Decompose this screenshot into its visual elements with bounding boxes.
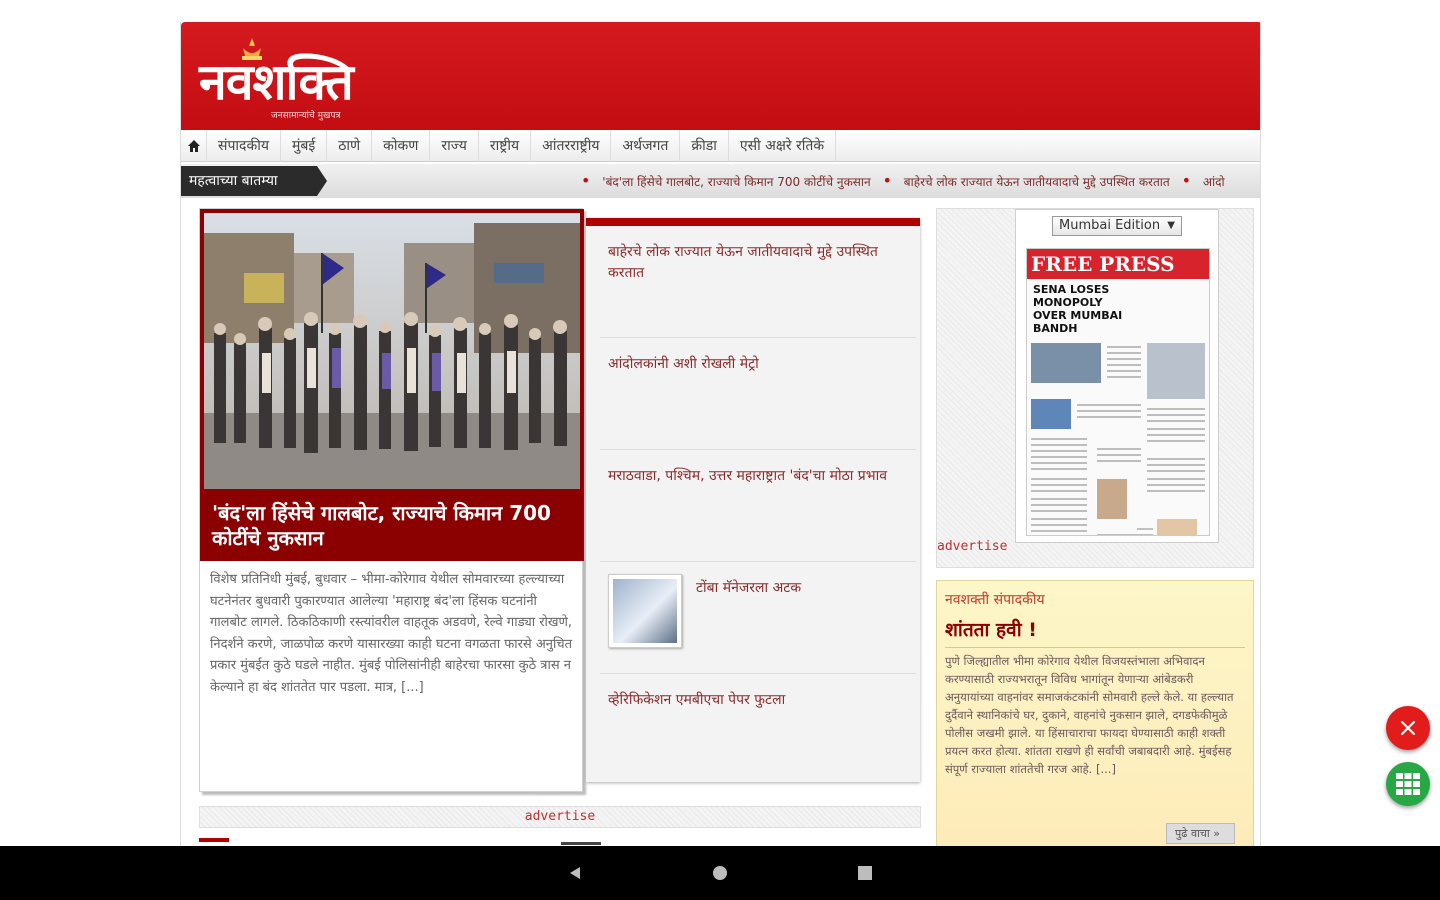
epaper-headline: SENA LOSES MONOPOLY OVER MUMBAI BANDH — [1033, 283, 1123, 335]
nav-item-business[interactable]: अर्थजगत — [611, 129, 681, 162]
lead-summary: विशेष प्रतिनिधी मुंबई, बुधवार – भीमा-कोर… — [210, 572, 573, 695]
headline-text: मराठवाडा, पश्चिम, उत्तर महाराष्ट्रात 'बं… — [608, 468, 888, 484]
home-circle-icon — [713, 866, 727, 880]
logo[interactable]: नवशक्ति जनसामान्यांचे मुखपत्र — [199, 36, 399, 122]
headline-text: बाहेरचे लोक राज्यात येऊन जातीयवादाचे मुद… — [608, 244, 878, 281]
headline-list: बाहेरचे लोक राज्यात येऊन जातीयवादाचे मुद… — [586, 218, 920, 782]
nav-item-thane[interactable]: ठाणे — [327, 129, 373, 162]
headline-item[interactable]: बाहेरचे लोक राज्यात येऊन जातीयवादाचे मुद… — [600, 226, 916, 338]
headline-item[interactable]: मराठवाडा, पश्चिम, उत्तर महाराष्ट्रात 'बं… — [600, 450, 916, 562]
editorial-box: नवशक्ती संपादकीय शांतता हवी ! पुणे जिल्ह… — [936, 580, 1254, 852]
editorial-title[interactable]: शांतता हवी ! — [945, 613, 1245, 648]
lead-headline[interactable]: 'बंद'ला हिंसेचे गालबोट, राज्याचे किमान 7… — [200, 493, 584, 561]
headline-thumbnail[interactable] — [608, 574, 682, 648]
ticker-item[interactable]: आंदो — [1203, 175, 1225, 189]
lead-photo[interactable] — [200, 209, 584, 493]
headline-item[interactable]: व्हेरिफिकेशन एमबीएचा पेपर फुटला — [600, 674, 916, 786]
lead-story: 'बंद'ला हिंसेचे गालबोट, राज्याचे किमान 7… — [199, 208, 584, 792]
recents-button[interactable] — [852, 860, 878, 886]
ticker-item[interactable]: बाहेरचे लोक राज्यात येऊन जातीयवादाचे मुद… — [904, 175, 1170, 189]
epaper-card: Mumbai Edition ▼ FREE PRESS SENA LOSES M… — [1015, 209, 1219, 543]
main-nav: संपादकीय मुंबई ठाणे कोकण राज्य राष्ट्रीय… — [181, 129, 1260, 162]
dropdown-arrow-icon: ▼ — [1167, 220, 1175, 231]
protest-photo — [204, 213, 580, 489]
editorial-body: पुणे जिल्ह्यातील भीमा कोरेगाव येथील विजय… — [945, 654, 1234, 776]
nav-item-misc[interactable]: एसी अक्षरे रतिके — [729, 129, 837, 162]
logo-text: नवशक्ति — [199, 52, 354, 111]
headline-text: टोंबा मॅनेजरला अटक — [696, 580, 802, 596]
ticker-bullet: • — [581, 171, 591, 190]
nav-item-mumbai[interactable]: मुंबई — [281, 129, 328, 162]
advertise-link[interactable]: advertise — [937, 539, 1007, 554]
editorial-kicker: नवशक्ती संपादकीय — [945, 592, 1045, 608]
grid-menu-button[interactable] — [1386, 762, 1430, 806]
ticker-label: महत्वाच्या बातम्या — [181, 166, 327, 196]
epaper-thumbnail[interactable]: FREE PRESS SENA LOSES MONOPOLY OVER MUMB… — [1026, 248, 1210, 536]
nav-item-sports[interactable]: क्रीडा — [680, 129, 729, 162]
headline-item[interactable]: टोंबा मॅनेजरला अटक — [600, 562, 916, 674]
section-divider — [199, 838, 229, 842]
grid-icon — [1396, 773, 1420, 795]
nav-item-national[interactable]: राष्ट्रीय — [479, 129, 532, 162]
nav-item-state[interactable]: राज्य — [430, 129, 479, 162]
nav-item-konkan[interactable]: कोकण — [372, 129, 431, 162]
edition-select[interactable]: Mumbai Edition ▼ — [1052, 216, 1182, 236]
logo-tagline: जनसामान्यांचे मुखपत्र — [271, 111, 341, 121]
headline-item[interactable]: आंदोलकांनी अशी रोखली मेट्रो — [600, 338, 916, 450]
ticker-bullet: • — [882, 171, 892, 190]
edition-select-value: Mumbai Edition — [1059, 218, 1161, 233]
news-ticker: महत्वाच्या बातम्या • 'बंद'ला हिंसेचे गाल… — [181, 164, 1260, 198]
headline-text: व्हेरिफिकेशन एमबीएचा पेपर फुटला — [608, 692, 786, 708]
epaper-box: Mumbai Edition ▼ FREE PRESS SENA LOSES M… — [936, 208, 1254, 568]
epaper-masthead: FREE PRESS — [1027, 249, 1209, 279]
recents-icon — [858, 866, 872, 880]
back-icon — [570, 867, 580, 879]
ticker-bullet: • — [1181, 171, 1192, 190]
ticker-item[interactable]: 'बंद'ला हिंसेचे गालबोट, राज्याचे किमान 7… — [602, 175, 870, 189]
read-more-button[interactable]: पुढे वाचा » — [1166, 823, 1235, 844]
home-icon — [187, 139, 200, 152]
news-page: नवशक्ति जनसामान्यांचे मुखपत्र संपादकीय म… — [180, 22, 1261, 852]
ticker-track: • 'बंद'ला हिंसेचे गालबोट, राज्याचे किमान… — [573, 164, 1225, 198]
masthead: नवशक्ति जनसामान्यांचे मुखपत्र — [181, 22, 1260, 130]
close-icon — [1400, 720, 1416, 736]
home-button[interactable] — [181, 129, 207, 162]
nav-item-international[interactable]: आंतरराष्ट्रीय — [531, 129, 612, 162]
advertise-banner[interactable]: advertise — [199, 806, 921, 828]
section-divider — [561, 842, 601, 845]
back-button[interactable] — [562, 860, 588, 886]
epaper-columns — [1031, 343, 1205, 535]
headline-text: आंदोलकांनी अशी रोखली मेट्रो — [608, 356, 759, 372]
system-nav-bar — [0, 846, 1440, 900]
nav-item-editorial[interactable]: संपादकीय — [207, 129, 281, 162]
close-overlay-button[interactable] — [1386, 706, 1430, 750]
home-system-button[interactable] — [707, 860, 733, 886]
